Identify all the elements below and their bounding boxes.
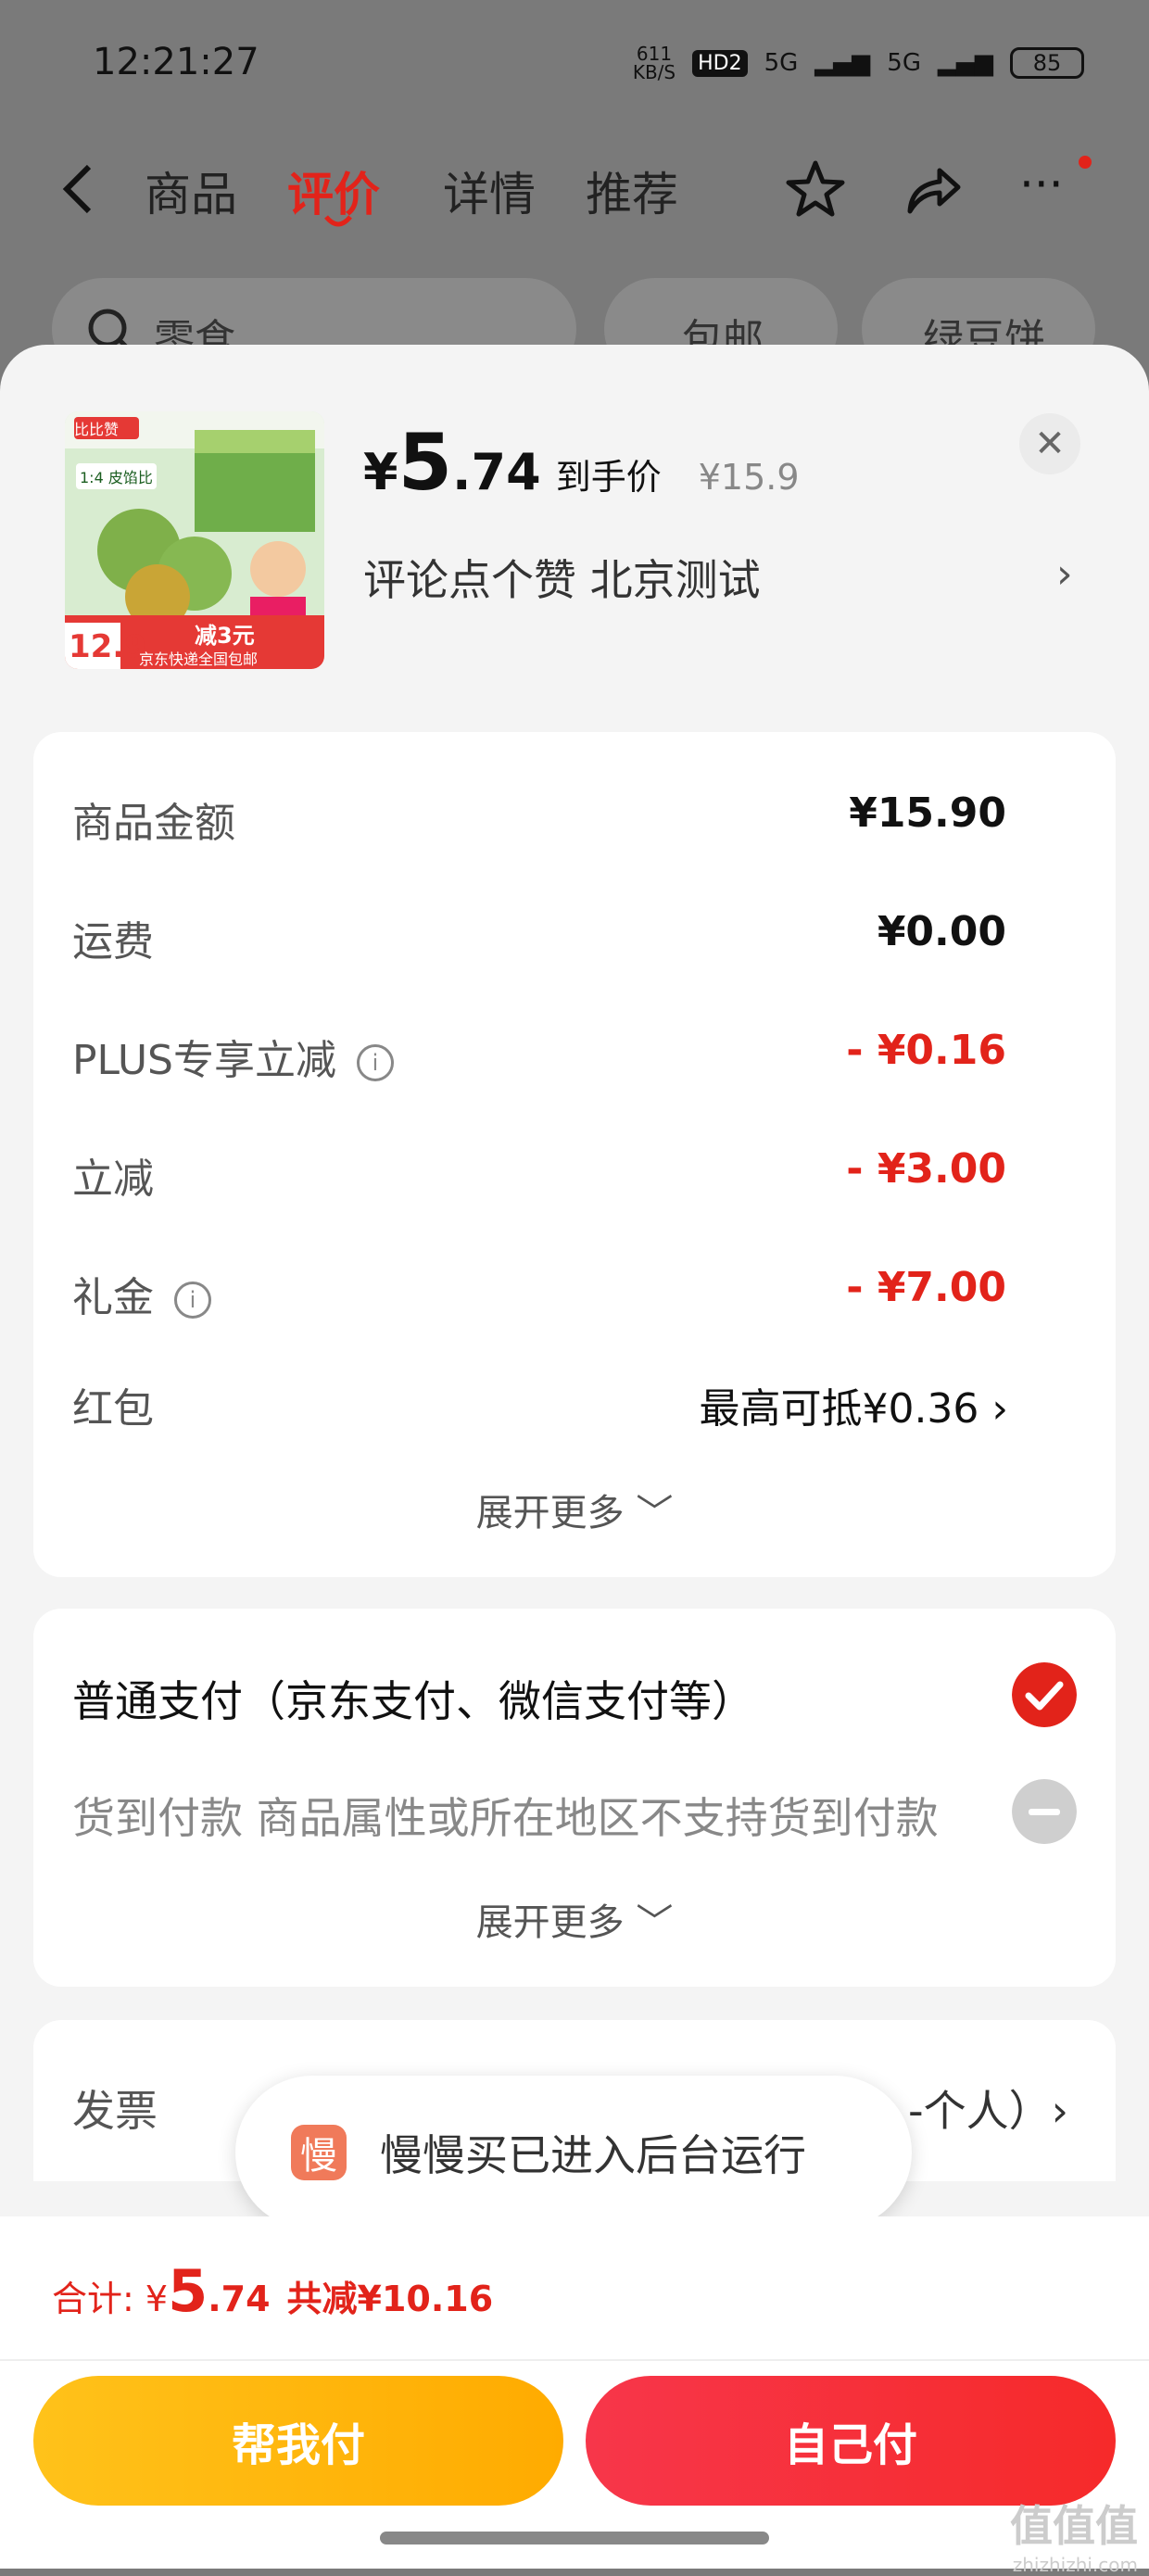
row-value: - ¥3.00	[846, 1145, 1006, 1193]
row-label: 商品金额	[72, 800, 235, 847]
status-icons: 611 KB/S HD2 5G ▂▄▆ 5G ▂▄▆ 85	[633, 44, 1084, 82]
notification-dot	[1079, 156, 1092, 169]
summary-row-red-packet[interactable]: 红包 最高可抵¥0.36 ›	[39, 1375, 1040, 1440]
product-image-promo: 减3元	[195, 623, 255, 649]
row-value: ¥15.90	[849, 789, 1006, 837]
disabled-radio-icon	[1012, 1779, 1077, 1844]
more-icon[interactable]: ···	[1019, 158, 1064, 211]
price-integer: 5	[398, 417, 453, 508]
tab-product[interactable]: 商品	[145, 158, 237, 224]
row-value: 最高可抵¥0.36 ›	[699, 1385, 1008, 1433]
product-image-brand: 比比赞	[74, 421, 120, 438]
expand-more-summary[interactable]: 展开更多 ﹀	[33, 1483, 1116, 1536]
product-image-shipping: 京东快递全国包邮	[139, 650, 259, 668]
payment-option-normal[interactable]: 普通支付（京东支付、微信支付等）	[72, 1668, 754, 1729]
app-logo-icon: 慢	[291, 2125, 347, 2180]
summary-row-shipping: 运费 ¥0.00	[39, 908, 1040, 973]
total-decimal: .74	[208, 2279, 271, 2319]
order-total: 合计: ¥ 5 .74 共减¥10.16	[52, 2257, 493, 2325]
active-tab-indicator	[324, 215, 352, 227]
checked-icon[interactable]	[1012, 1662, 1077, 1727]
toast-text: 慢慢买已进入后台运行	[380, 2130, 806, 2180]
total-discount: 共减¥10.16	[286, 2279, 494, 2319]
info-icon[interactable]: i	[174, 1282, 211, 1319]
watermark-site: zhizhizhi.com	[1012, 2554, 1138, 2576]
help-pay-button[interactable]: 帮我付	[33, 2376, 563, 2506]
original-price: ¥15.9	[698, 457, 800, 498]
row-label-text: 礼金	[72, 1274, 154, 1321]
status-time: 12:21:27	[93, 41, 259, 83]
info-icon[interactable]: i	[357, 1044, 394, 1081]
battery-icon: 85	[1010, 47, 1084, 79]
toast-notification: 慢 慢慢买已进入后台运行	[235, 2076, 912, 2229]
signal-5g-icon: 5G	[764, 49, 799, 77]
product-subtitle[interactable]: 评论点个赞 北京测试	[363, 547, 761, 608]
summary-row-instant-discount: 立减 - ¥3.00	[39, 1145, 1040, 1210]
tab-details[interactable]: 详情	[443, 158, 536, 224]
network-speed: 611 KB/S	[632, 43, 676, 83]
summary-row-gift-money: 礼金 i - ¥7.00	[39, 1264, 1040, 1329]
price-currency: ¥	[363, 443, 398, 501]
self-pay-button[interactable]: 自己付	[586, 2376, 1116, 2506]
summary-row-plus-discount: PLUS专享立减 i - ¥0.16	[39, 1027, 1040, 1092]
chevron-right-icon[interactable]: ›	[1056, 550, 1073, 598]
signal-5g-2-icon: 5G	[887, 49, 921, 77]
product-image-price: 12.9	[69, 628, 146, 665]
invoice-value: -个人）›	[908, 2086, 1068, 2136]
share-icon[interactable]	[901, 158, 966, 222]
price-decimal: .74	[452, 443, 541, 501]
row-value: ¥0.00	[877, 908, 1006, 955]
summary-row-subtotal: 商品金额 ¥15.90	[39, 789, 1040, 854]
row-label: 礼金 i	[72, 1264, 211, 1323]
watermark: 值值值 zhizhizhi.com	[1010, 2493, 1138, 2576]
signal-bars-icon: ▂▄▆	[814, 49, 871, 77]
total-integer: 5	[168, 2257, 208, 2325]
row-label: PLUS专享立减 i	[72, 1027, 394, 1086]
row-label-text: PLUS专享立减	[72, 1037, 336, 1084]
final-price: ¥ 5 .74 到手价 ¥15.9	[363, 417, 800, 508]
payment-option-cod: 货到付款 商品属性或所在地区不支持货到付款	[72, 1793, 939, 1843]
close-icon: ✕	[1034, 423, 1066, 465]
total-label: 合计: ¥	[52, 2279, 169, 2319]
row-label: 运费	[72, 918, 154, 966]
price-label: 到手价	[555, 457, 662, 498]
row-label: 立减	[72, 1155, 154, 1203]
row-label: 红包	[72, 1385, 154, 1433]
product-image: 比比赞 1:4 皮馅比 12.9 减3元 京东快递全国包邮	[65, 411, 324, 669]
watermark-logo: 值值值	[1010, 2501, 1138, 2551]
signal-bars-2-icon: ▂▄▆	[938, 49, 993, 77]
expand-more-payment[interactable]: 展开更多 ﹀	[33, 1892, 1116, 1946]
invoice-label: 发票	[72, 2086, 158, 2136]
home-indicator[interactable]	[380, 2532, 769, 2544]
row-value: - ¥0.16	[846, 1027, 1006, 1074]
star-icon[interactable]	[783, 158, 848, 222]
back-arrow-icon[interactable]	[56, 161, 102, 217]
product-image-ratio: 1:4 皮馅比	[76, 463, 157, 489]
row-value: - ¥7.00	[846, 1264, 1006, 1311]
divider	[0, 2359, 1149, 2361]
tab-recommend[interactable]: 推荐	[586, 158, 678, 224]
top-nav: 商品 评价 详情 推荐 ···	[0, 139, 1149, 241]
hd-icon: HD2	[692, 49, 748, 77]
close-button[interactable]: ✕	[1019, 413, 1080, 474]
